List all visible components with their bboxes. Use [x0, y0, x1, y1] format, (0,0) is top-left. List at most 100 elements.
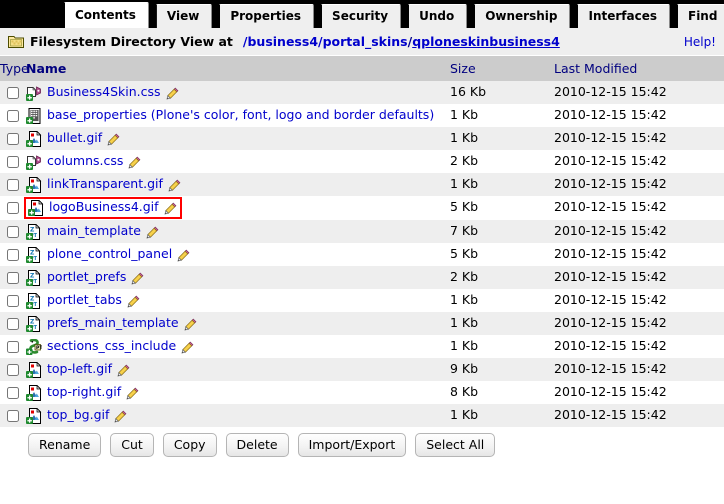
- row-select-cell: [0, 127, 26, 150]
- rename-button[interactable]: Rename: [28, 433, 102, 457]
- row-checkbox[interactable]: [7, 178, 19, 191]
- pencil-icon[interactable]: [164, 199, 177, 215]
- tab-interfaces[interactable]: Interfaces: [577, 4, 670, 28]
- row-select-cell: [0, 404, 26, 427]
- file-link[interactable]: sections_css_include: [47, 338, 176, 353]
- css-file-icon: [26, 153, 42, 170]
- last-modified: 2010-12-15 15:42: [554, 153, 667, 168]
- pencil-icon[interactable]: [184, 315, 197, 331]
- file-link[interactable]: top-right.gif: [47, 384, 121, 399]
- image-file-icon: [26, 384, 42, 401]
- file-size-cell: 16 Kb: [450, 81, 554, 104]
- column-header-last-modified[interactable]: Last Modified: [554, 56, 724, 81]
- file-link[interactable]: top_bg.gif: [47, 407, 109, 422]
- column-header-type[interactable]: Type: [0, 56, 29, 81]
- page-header: Filesystem Directory View at /business4/…: [0, 28, 724, 56]
- file-size: 1 Kb: [450, 107, 479, 122]
- file-entry: Z PT portlet_prefs: [26, 269, 450, 286]
- tab-find[interactable]: Find: [677, 4, 724, 28]
- pencil-icon[interactable]: [127, 292, 140, 308]
- row-checkbox[interactable]: [7, 109, 19, 122]
- breadcrumb-segment[interactable]: /portal_skins: [318, 34, 408, 49]
- file-link[interactable]: prefs_main_template: [47, 315, 179, 330]
- folder-icon: [8, 34, 24, 49]
- row-checkbox[interactable]: [7, 155, 19, 168]
- tab-contents[interactable]: Contents: [64, 2, 149, 28]
- file-name-cell: logoBusiness4.gif: [24, 196, 450, 220]
- last-modified-cell: 2010-12-15 15:42: [554, 173, 724, 196]
- file-link[interactable]: logoBusiness4.gif: [49, 199, 159, 214]
- tab-ownership[interactable]: Ownership: [474, 4, 571, 28]
- file-link[interactable]: bullet.gif: [47, 130, 102, 145]
- last-modified-cell: 2010-12-15 15:42: [554, 104, 724, 127]
- last-modified: 2010-12-15 15:42: [554, 361, 667, 376]
- last-modified-cell: 2010-12-15 15:42: [554, 220, 724, 243]
- pencil-icon[interactable]: [181, 338, 194, 354]
- row-select-cell: [0, 335, 26, 358]
- tab-undo[interactable]: Undo: [408, 4, 468, 28]
- row-select-cell: [0, 104, 26, 127]
- pencil-icon[interactable]: [117, 361, 130, 377]
- copy-button[interactable]: Copy: [162, 433, 217, 457]
- file-link[interactable]: columns.css: [47, 153, 123, 168]
- row-checkbox[interactable]: [7, 317, 19, 330]
- pencil-icon[interactable]: [146, 223, 159, 239]
- row-checkbox[interactable]: [7, 271, 19, 284]
- column-header-name[interactable]: Name: [26, 56, 450, 81]
- file-entry-inner: base_properties (Plone's color, font, lo…: [26, 107, 434, 124]
- row-checkbox[interactable]: [7, 248, 19, 261]
- help-link[interactable]: Help!: [684, 35, 716, 49]
- file-entry-inner: PT sections_css_include: [26, 338, 194, 355]
- row-checkbox[interactable]: [7, 201, 19, 214]
- file-entry-inner: columns.css: [26, 153, 141, 170]
- image-file-icon: [26, 361, 42, 378]
- pencil-icon[interactable]: [128, 153, 141, 169]
- row-checkbox[interactable]: [7, 386, 19, 399]
- file-link[interactable]: plone_control_panel: [47, 246, 172, 261]
- file-name-cell: Z PT portlet_prefs: [26, 266, 450, 289]
- last-modified: 2010-12-15 15:42: [554, 292, 667, 307]
- import-export-button[interactable]: Import/Export: [297, 433, 407, 457]
- pencil-icon[interactable]: [177, 246, 190, 262]
- row-checkbox[interactable]: [7, 340, 19, 353]
- pencil-icon[interactable]: [107, 130, 120, 146]
- file-size: 1 Kb: [450, 292, 479, 307]
- select-all-button[interactable]: Select All: [415, 433, 496, 457]
- tab-properties[interactable]: Properties: [219, 4, 315, 28]
- column-header-size[interactable]: Size: [450, 56, 554, 81]
- file-link[interactable]: base_properties (Plone's color, font, lo…: [47, 107, 434, 122]
- file-link[interactable]: main_template: [47, 223, 141, 238]
- tab-label: View: [166, 9, 200, 23]
- cut-button[interactable]: Cut: [110, 433, 154, 457]
- breadcrumb-segment[interactable]: qploneskinbusiness4: [412, 34, 560, 49]
- row-checkbox[interactable]: [7, 294, 19, 307]
- row-checkbox[interactable]: [7, 132, 19, 145]
- file-link[interactable]: linkTransparent.gif: [47, 176, 163, 191]
- file-link[interactable]: portlet_tabs: [47, 292, 122, 307]
- file-link[interactable]: Business4Skin.css: [47, 84, 161, 99]
- file-entry-inner: Z PT plone_control_panel: [26, 246, 190, 263]
- row-checkbox[interactable]: [7, 363, 19, 376]
- file-size: 1 Kb: [450, 130, 479, 145]
- row-checkbox[interactable]: [7, 86, 19, 99]
- image-file-icon: [26, 407, 42, 424]
- file-size-cell: 1 Kb: [450, 127, 554, 150]
- delete-button[interactable]: Delete: [225, 433, 289, 457]
- last-modified-cell: 2010-12-15 15:42: [554, 81, 724, 104]
- pencil-icon[interactable]: [131, 269, 144, 285]
- file-link[interactable]: top-left.gif: [47, 361, 112, 376]
- tab-label: Find: [688, 9, 718, 23]
- tab-label: Ownership: [485, 9, 558, 23]
- pencil-icon[interactable]: [168, 176, 181, 192]
- file-size: 2 Kb: [450, 153, 479, 168]
- row-checkbox[interactable]: [7, 225, 19, 238]
- pencil-icon[interactable]: [114, 407, 127, 423]
- row-checkbox[interactable]: [7, 409, 19, 422]
- tab-view[interactable]: View: [155, 4, 213, 28]
- file-link[interactable]: portlet_prefs: [47, 269, 126, 284]
- pencil-icon[interactable]: [126, 384, 139, 400]
- breadcrumb-segment[interactable]: /business4: [243, 34, 318, 49]
- tab-security[interactable]: Security: [321, 4, 402, 28]
- pencil-icon[interactable]: [166, 84, 179, 100]
- table-row: PT sections_css_include 1 Kb 2010-12-15 15:…: [0, 335, 724, 358]
